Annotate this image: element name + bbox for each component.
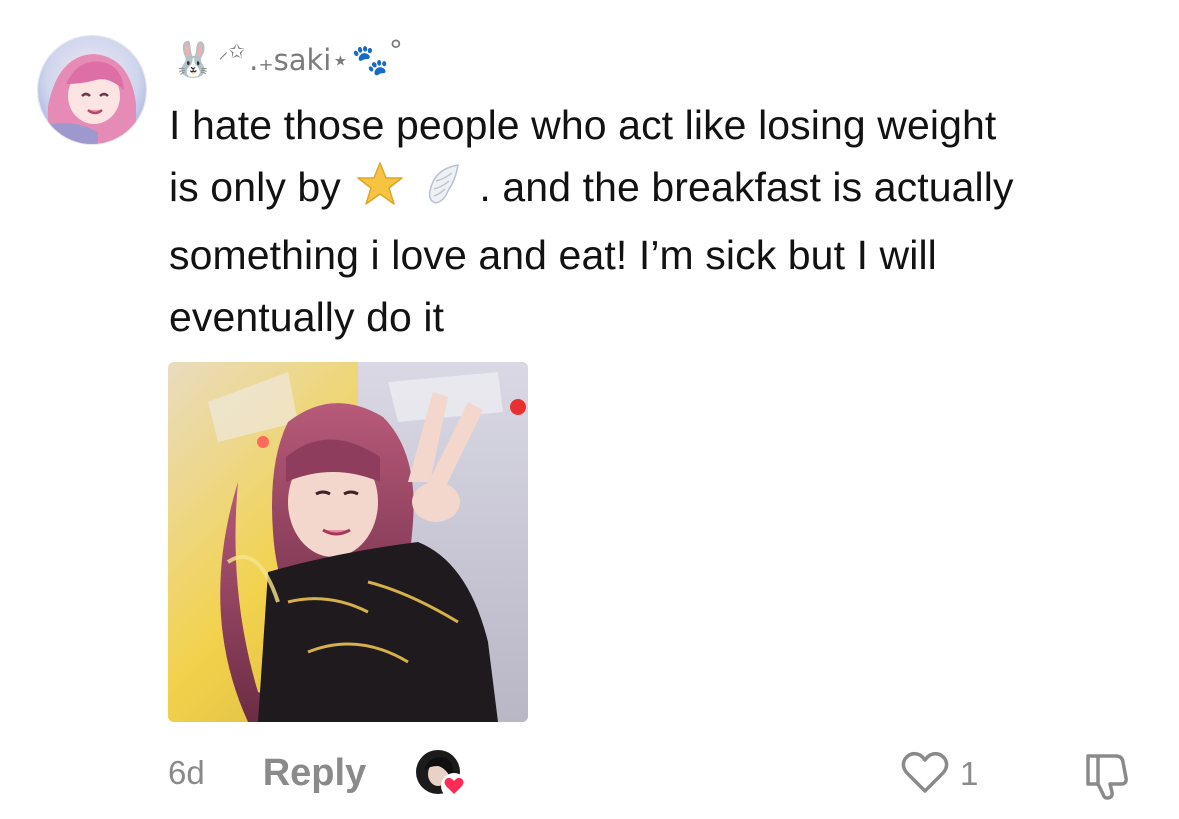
like-count: 1 — [960, 755, 979, 792]
comment-text: I hate those people who act like losing … — [169, 94, 1159, 348]
username-row[interactable]: 🐰 ⸝✩ .₊saki⋆ 🐾 ° — [172, 34, 403, 86]
reply-button[interactable]: Reply — [263, 752, 366, 795]
timestamp: 6d — [168, 754, 205, 791]
commenter-avatar[interactable] — [37, 35, 147, 145]
dislike-button[interactable] — [1080, 748, 1136, 804]
username-suffix: ° — [388, 33, 403, 67]
comment-line-2-prefix: is only by — [169, 164, 341, 210]
paw-prints-icon: 🐾 — [351, 42, 389, 78]
comment-line-2-rest: . and the breakfast is actually — [479, 164, 1014, 210]
heart-badge-icon — [440, 772, 468, 800]
bunny-emoji-icon: 🐰 — [172, 40, 215, 80]
star-icon — [356, 161, 404, 224]
comment-meta-row: 6d Reply — [168, 742, 468, 804]
wing-icon — [424, 161, 464, 224]
heart-outline-icon — [900, 749, 950, 800]
comment-photo[interactable] — [168, 362, 528, 722]
username: .₊saki⋆ — [249, 43, 350, 77]
thumbs-down-icon — [1080, 754, 1136, 808]
creator-liked-indicator[interactable] — [416, 748, 468, 800]
like-button[interactable]: 1 — [900, 748, 978, 800]
comment-line-4: eventually do it — [169, 294, 445, 340]
sparkle-wand-icon: ⸝✩ — [218, 38, 246, 63]
comment-line-3: something i love and eat! I’m sick but I… — [169, 232, 937, 278]
comment-line-2: is only by . and the breakfast is actual… — [169, 156, 1159, 224]
comment-line-1: I hate those people who act like losing … — [169, 102, 997, 148]
